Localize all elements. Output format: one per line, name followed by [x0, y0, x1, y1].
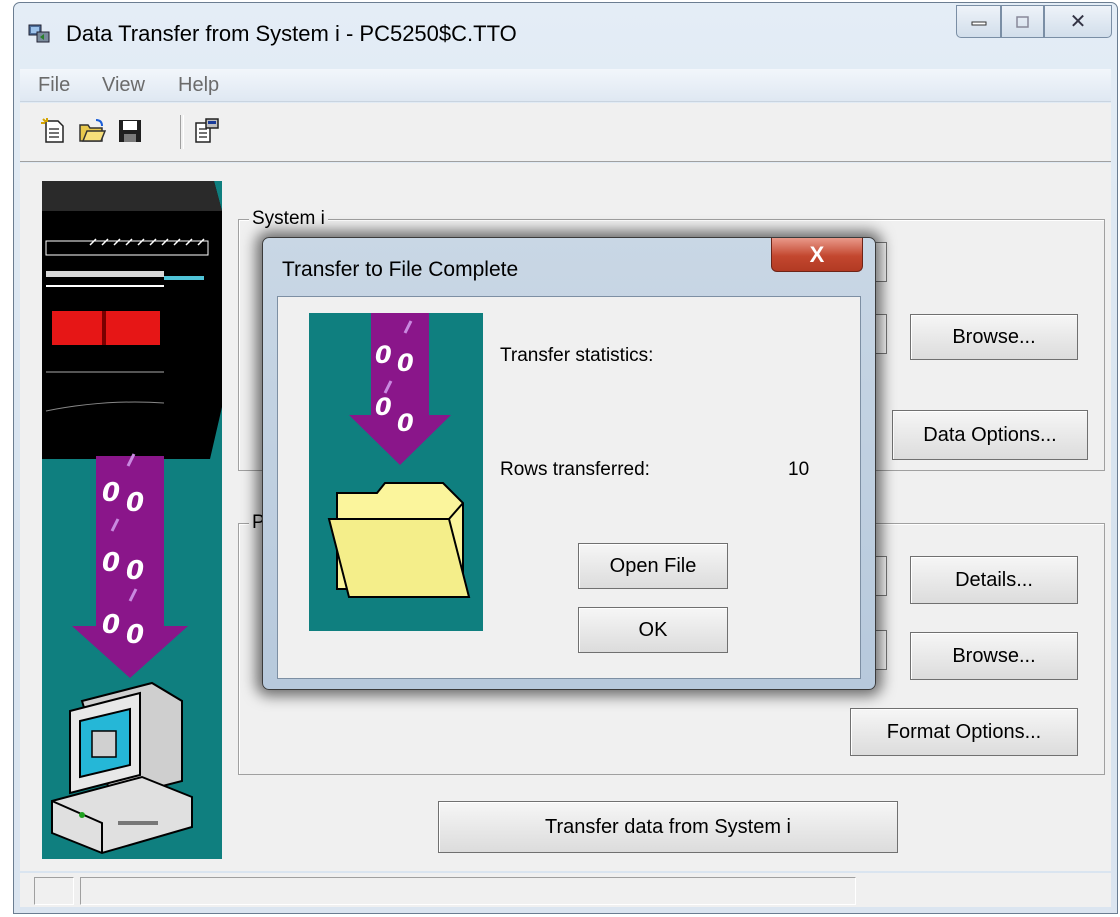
status-bar	[20, 873, 1111, 907]
minimize-icon	[971, 21, 986, 25]
close-icon: X	[809, 241, 825, 267]
status-pane-2	[80, 877, 856, 905]
transfer-data-button[interactable]: Transfer data from System i	[438, 801, 898, 853]
toolbar-separator	[180, 115, 184, 149]
svg-text:0: 0	[397, 409, 414, 437]
app-icon	[28, 24, 50, 43]
maximize-icon	[1015, 15, 1029, 28]
transfer-illustration: 0 0 0 0 0 0	[42, 181, 222, 859]
menu-help[interactable]: Help	[178, 74, 219, 97]
svg-text:0: 0	[375, 341, 392, 369]
menu-view[interactable]: View	[102, 74, 145, 97]
properties-icon[interactable]	[192, 117, 220, 145]
status-pane-1	[34, 877, 74, 905]
transfer-statistics-label: Transfer statistics:	[500, 345, 654, 366]
title-bar[interactable]: Data Transfer from System i - PC5250$C.T…	[14, 3, 1117, 65]
rows-transferred-label: Rows transferred:	[500, 459, 650, 480]
save-icon[interactable]	[116, 117, 144, 145]
open-icon[interactable]	[78, 117, 106, 145]
menu-bar: File View Help	[20, 69, 1111, 102]
svg-text:0: 0	[126, 620, 144, 650]
system-i-browse-button[interactable]: Browse...	[910, 314, 1078, 360]
transfer-complete-dialog: Transfer to File Complete X 0 0 0 0 Tran…	[262, 237, 876, 690]
svg-text:0: 0	[126, 556, 144, 586]
new-icon[interactable]	[40, 117, 68, 145]
format-options-button[interactable]: Format Options...	[850, 708, 1078, 756]
window-title: Data Transfer from System i - PC5250$C.T…	[66, 21, 517, 46]
data-options-button[interactable]: Data Options...	[892, 410, 1088, 460]
details-button[interactable]: Details...	[910, 556, 1078, 604]
rows-transferred-value: 10	[788, 459, 810, 480]
close-icon: ✕	[1069, 11, 1087, 33]
menu-file[interactable]: File	[38, 74, 70, 97]
svg-text:0: 0	[397, 349, 414, 377]
svg-text:0: 0	[102, 610, 120, 640]
close-button[interactable]: ✕	[1044, 5, 1112, 38]
minimize-button[interactable]	[956, 5, 1001, 38]
dialog-close-button[interactable]: X	[771, 238, 863, 272]
system-i-group-label: System i	[249, 208, 328, 230]
toolbar	[20, 103, 1111, 162]
pc-browse-button[interactable]: Browse...	[910, 632, 1078, 680]
maximize-button[interactable]	[1001, 5, 1044, 38]
dialog-body: 0 0 0 0 Transfer statistics: Rows transf…	[277, 296, 861, 679]
open-file-button[interactable]: Open File	[578, 543, 728, 589]
ok-button[interactable]: OK	[578, 607, 728, 653]
dialog-title: Transfer to File Complete	[282, 258, 519, 281]
svg-text:0: 0	[102, 478, 120, 508]
svg-text:0: 0	[126, 488, 144, 518]
svg-text:0: 0	[102, 548, 120, 578]
svg-text:0: 0	[375, 393, 392, 421]
file-transfer-illustration: 0 0 0 0	[309, 313, 483, 631]
